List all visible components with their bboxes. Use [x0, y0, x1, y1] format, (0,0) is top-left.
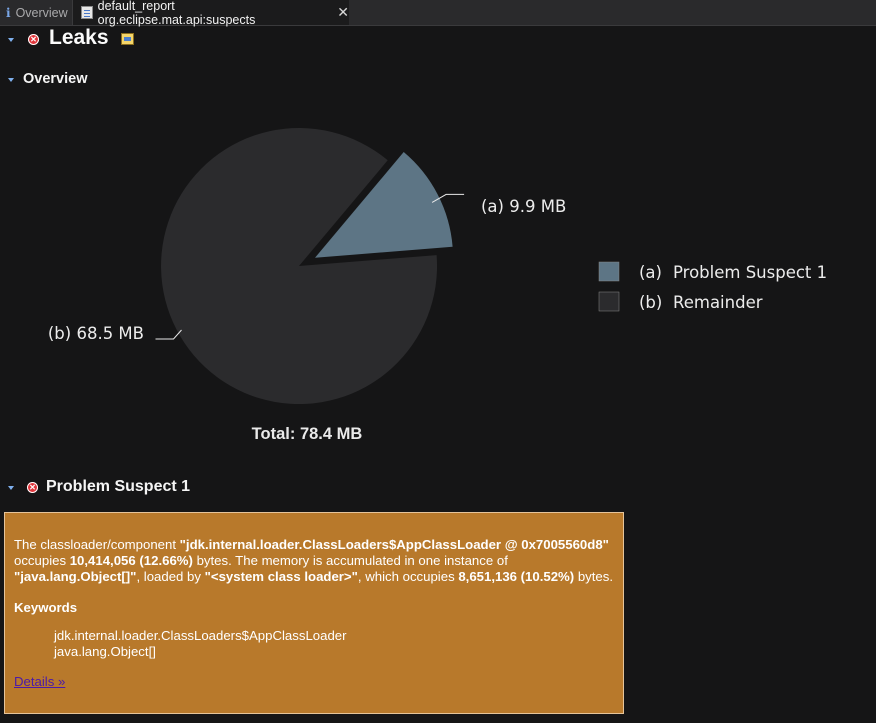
report-badge-icon — [121, 33, 134, 45]
legend-label-b: Remainder — [673, 293, 763, 312]
desc-text: , which occupies — [357, 569, 459, 584]
desc-text: The classloader/component — [14, 537, 180, 552]
retained-size: 10,414,056 (12.66%) — [69, 553, 193, 568]
suspect-collapse-toggle[interactable] — [8, 486, 14, 490]
error-icon: ✕ — [28, 34, 39, 45]
keywords-list: jdk.internal.loader.ClassLoaders$AppClas… — [14, 628, 614, 660]
slice-label-b: (b) 68.5 MB — [48, 324, 144, 343]
suspect-heading: Problem Suspect 1 — [46, 478, 191, 495]
details-link[interactable]: Details » — [14, 674, 65, 690]
pie-chart: (a) 9.9 MB (b) 68.5 MB (a) Problem Suspe… — [48, 128, 827, 405]
slice-label-a: (a) 9.9 MB — [481, 197, 566, 216]
keywords-heading: Keywords — [14, 600, 78, 615]
close-icon[interactable]: ✕ — [337, 4, 349, 21]
page-title: Leaks — [49, 26, 109, 49]
legend-swatch-b — [598, 291, 620, 312]
suspect-description-box: The classloader/component "jdk.internal.… — [4, 512, 624, 714]
chart-total-label: Total: 78.4 MB — [251, 425, 363, 443]
classloader-name: "jdk.internal.loader.ClassLoaders$AppCla… — [179, 537, 609, 552]
overview-collapse-toggle[interactable] — [8, 78, 14, 82]
desc-text: bytes. The memory is accumulated in one … — [192, 553, 508, 568]
accumulated-size: 8,651,136 (10.52%) — [458, 569, 575, 584]
tab-overview-label: Overview — [15, 5, 68, 20]
keyword-item: jdk.internal.loader.ClassLoaders$AppClas… — [54, 628, 347, 643]
tab-default-report[interactable]: default_report org.eclipse.mat.api:suspe… — [73, 0, 349, 27]
error-icon: ✕ — [27, 482, 38, 493]
desc-text: bytes. — [574, 569, 614, 584]
tab-default-report-label: default_report org.eclipse.mat.api:suspe… — [97, 0, 256, 27]
suspect-description: The classloader/component "jdk.internal.… — [14, 537, 614, 585]
legend-label-a: Problem Suspect 1 — [673, 263, 827, 282]
desc-text: , loaded by — [136, 569, 205, 584]
keyword-item: java.lang.Object[] — [54, 644, 156, 659]
legend-key-b: (b) — [639, 293, 662, 312]
accumulation-class: "java.lang.Object[]" — [14, 569, 137, 584]
legend-swatch-a — [598, 261, 620, 282]
editor-tab-bar: i Overview default_report org.eclipse.ma… — [0, 0, 876, 27]
report-icon — [81, 6, 93, 19]
info-icon: i — [6, 5, 11, 20]
leaks-collapse-toggle[interactable] — [8, 38, 14, 42]
legend-key-a: (a) — [639, 263, 662, 282]
overview-heading: Overview — [23, 71, 88, 87]
tab-overview[interactable]: i Overview — [0, 0, 73, 25]
desc-text: occupies — [14, 553, 70, 568]
loader-name: "<system class loader>" — [204, 569, 358, 584]
